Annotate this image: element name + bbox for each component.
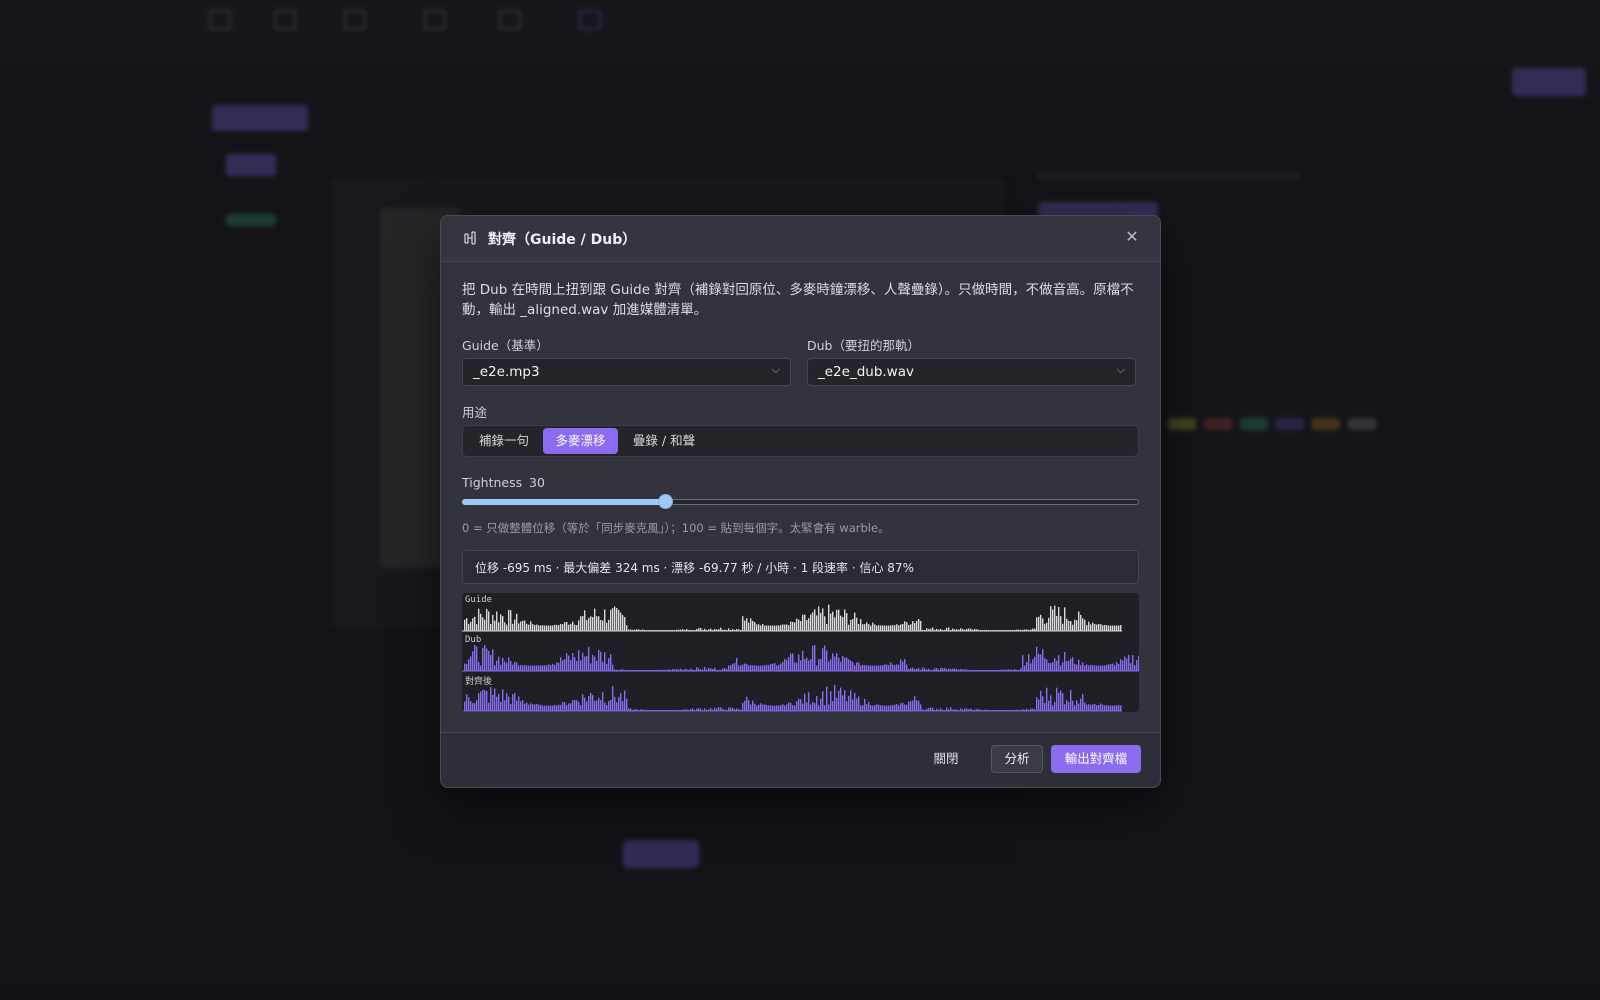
wave-label-dub: Dub bbox=[465, 635, 482, 645]
purpose-option-multimic-drift[interactable]: 多麥漂移 bbox=[543, 428, 618, 454]
dialog-description: 把 Dub 在時間上扭到跟 Guide 對齊（補錄對回原位、多麥時鐘漂移、人聲疊… bbox=[462, 282, 1134, 318]
slider-handle[interactable] bbox=[658, 494, 673, 509]
close-icon[interactable]: ✕ bbox=[1122, 227, 1142, 247]
slider-fill bbox=[462, 499, 665, 505]
close-button[interactable]: 關閉 bbox=[921, 745, 971, 773]
align-dialog: 對齊（Guide / Dub） ✕ 把 Dub 在時間上扭到跟 Guide 對齊… bbox=[440, 215, 1161, 788]
align-icon bbox=[464, 231, 476, 245]
dialog-footer: 關閉 分析 輸出對齊檔 bbox=[441, 732, 1160, 787]
guide-select[interactable]: _e2e.mp3 ⌵ bbox=[462, 358, 791, 386]
tightness-hint: 0 = 只做整體位移（等於「同步麥克風」）；100 = 貼到每個字。太緊會有 w… bbox=[462, 521, 890, 535]
tightness-label: Tightness bbox=[462, 475, 523, 490]
purpose-label: 用途 bbox=[462, 405, 488, 420]
guide-label: Guide（基準） bbox=[462, 338, 549, 353]
chevron-down-icon: ⌵ bbox=[771, 363, 780, 376]
chevron-down-icon: ⌵ bbox=[1116, 363, 1125, 376]
waveform-graphic bbox=[462, 604, 1139, 712]
purpose-option-retake[interactable]: 補錄一句 bbox=[465, 428, 543, 454]
dub-select[interactable]: _e2e_dub.wav ⌵ bbox=[807, 358, 1136, 386]
wave-label-guide: Guide bbox=[465, 595, 493, 605]
dub-label: Dub（要扭的那軌） bbox=[807, 338, 920, 353]
tightness-slider[interactable] bbox=[462, 494, 1139, 509]
export-aligned-button[interactable]: 輸出對齊檔 bbox=[1051, 745, 1141, 773]
tightness-value: 30 bbox=[529, 475, 545, 490]
dialog-title: 對齊（Guide / Dub） bbox=[488, 232, 637, 248]
purpose-segmented-control: 補錄一句 多麥漂移 疊錄 / 和聲 bbox=[462, 425, 1139, 457]
waveform-preview: Guide Dub 對齊後 bbox=[462, 593, 1139, 712]
purpose-option-overdub[interactable]: 疊錄 / 和聲 bbox=[623, 428, 705, 454]
wave-label-aligned: 對齊後 bbox=[465, 677, 493, 687]
analyze-button[interactable]: 分析 bbox=[991, 745, 1043, 773]
dialog-header: 對齊（Guide / Dub） ✕ bbox=[441, 216, 1160, 262]
dub-select-value: _e2e_dub.wav bbox=[818, 364, 914, 380]
guide-select-value: _e2e.mp3 bbox=[473, 364, 540, 380]
analysis-stats: 位移 -695 ms · 最大偏差 324 ms · 漂移 -69.77 秒 /… bbox=[462, 550, 1139, 584]
